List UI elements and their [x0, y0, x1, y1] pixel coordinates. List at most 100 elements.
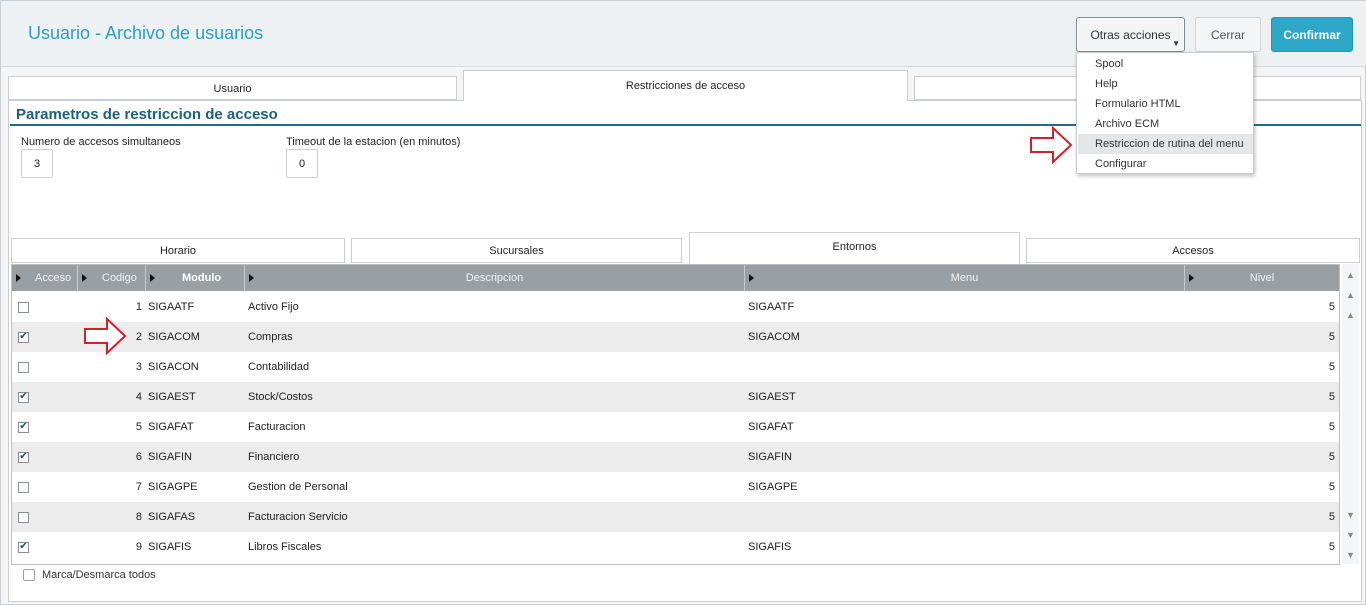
- tab-usuario[interactable]: Usuario: [8, 76, 457, 100]
- caret-down-icon: ▼: [1172, 39, 1180, 48]
- codigo-cell: 4: [135, 391, 142, 403]
- tab-restricciones-de-acceso[interactable]: Restricciones de acceso: [463, 70, 908, 101]
- acceso-cell: [18, 292, 32, 322]
- marca-todos-checkbox[interactable]: [23, 569, 35, 581]
- acceso-checkbox[interactable]: ✔: [18, 331, 29, 343]
- annotation-arrow-icon: [1030, 125, 1073, 165]
- menu-item[interactable]: Formulario HTML: [1078, 94, 1253, 114]
- column-header-menu[interactable]: Menu: [745, 265, 1185, 291]
- otras-acciones-menu: Spool Help Formulario HTML Archivo ECM Restr…: [1076, 52, 1254, 174]
- check-icon: ✔: [19, 331, 28, 342]
- modulo-cell: SIGAGPE: [148, 481, 198, 493]
- tab-entornos[interactable]: Entornos: [689, 232, 1020, 264]
- menu-cell: [748, 502, 1183, 532]
- nivel-cell: 5: [1328, 541, 1335, 553]
- grid-header: Acceso Codigo Modulo Descripcion Menu Ni…: [12, 265, 1339, 291]
- descripcion-cell: Stock/Costos: [248, 391, 313, 403]
- sort-arrow-icon: [249, 274, 254, 282]
- column-header-modulo[interactable]: Modulo: [146, 265, 245, 291]
- grid-scrollbar[interactable]: ▲ ▲ ▲ ▼ ▼ ▼: [1342, 264, 1359, 564]
- modulo-cell: SIGAATF: [148, 301, 195, 313]
- modulo-cell: SIGAFIN: [148, 451, 193, 463]
- menu-item[interactable]: Archivo ECM: [1078, 114, 1253, 134]
- scroll-top-icon[interactable]: ▲: [1344, 267, 1357, 283]
- timeout-label: Timeout de la estacion (en minutos): [286, 136, 461, 148]
- column-header-descripcion[interactable]: Descripcion: [245, 265, 745, 291]
- acceso-checkbox[interactable]: ✔: [18, 391, 29, 403]
- codigo-cell: 7: [135, 481, 142, 493]
- tab-accesos[interactable]: Accesos: [1026, 238, 1360, 263]
- menu-cell: SIGAFIS: [748, 541, 792, 553]
- acceso-cell: ✔: [18, 442, 32, 472]
- sort-arrow-icon: [1189, 274, 1194, 282]
- descripcion-cell: Facturacion Servicio: [248, 511, 348, 523]
- tab-sucursales[interactable]: Sucursales: [351, 238, 682, 263]
- marca-todos-label: Marca/Desmarca todos: [42, 569, 156, 581]
- acceso-cell: [18, 352, 32, 382]
- sort-arrow-icon: [16, 274, 21, 282]
- sort-arrow-icon: [749, 274, 754, 282]
- table-row[interactable]: 1 SIGAATF Activo Fijo SIGAATF 5: [12, 292, 1339, 322]
- nivel-cell: 5: [1328, 421, 1335, 433]
- confirmar-button[interactable]: Confirmar: [1271, 17, 1353, 52]
- modulo-cell: SIGAFIS: [148, 541, 192, 553]
- cerrar-button[interactable]: Cerrar: [1195, 17, 1261, 52]
- nivel-cell: 5: [1328, 391, 1335, 403]
- sort-arrow-icon: [82, 274, 87, 282]
- accesos-simultaneos-field[interactable]: 3: [21, 149, 53, 178]
- app-window: Usuario - Archivo de usuarios Otras acci…: [0, 0, 1366, 605]
- table-row[interactable]: 3 SIGACON Contabilidad 5: [12, 352, 1339, 382]
- check-icon: ✔: [19, 391, 28, 402]
- nivel-cell: 5: [1328, 361, 1335, 373]
- acceso-checkbox[interactable]: ✔: [18, 421, 29, 433]
- acceso-checkbox[interactable]: [18, 481, 29, 493]
- scroll-page-down-icon[interactable]: ▼: [1344, 527, 1357, 543]
- menu-item[interactable]: Help: [1078, 74, 1253, 94]
- column-header-acceso[interactable]: Acceso: [12, 265, 78, 291]
- scroll-page-up-icon[interactable]: ▲: [1344, 287, 1357, 303]
- nivel-cell: 5: [1328, 301, 1335, 313]
- acceso-cell: ✔: [18, 532, 32, 562]
- accesos-simultaneos-label: Numero de accesos simultaneos: [21, 136, 181, 148]
- table-row[interactable]: ✔ 9 SIGAFIS Libros Fiscales SIGAFIS 5: [12, 532, 1339, 562]
- scroll-down-icon[interactable]: ▼: [1344, 507, 1357, 523]
- timeout-field[interactable]: 0: [286, 149, 318, 178]
- table-row[interactable]: ✔ 2 SIGACOM Compras SIGACOM 5: [12, 322, 1339, 352]
- acceso-checkbox[interactable]: [18, 301, 29, 313]
- table-row[interactable]: 7 SIGAGPE Gestion de Personal SIGAGPE 5: [12, 472, 1339, 502]
- menu-cell: SIGAFIN: [748, 451, 793, 463]
- acceso-cell: [18, 472, 32, 502]
- table-row[interactable]: ✔ 6 SIGAFIN Financiero SIGAFIN 5: [12, 442, 1339, 472]
- column-header-nivel[interactable]: Nivel: [1185, 265, 1339, 291]
- acceso-checkbox[interactable]: [18, 361, 29, 373]
- check-icon: ✔: [19, 451, 28, 462]
- otras-acciones-button[interactable]: Otras acciones ▼: [1076, 17, 1185, 52]
- codigo-cell: 6: [135, 451, 142, 463]
- table-row[interactable]: 8 SIGAFAS Facturacion Servicio 5: [12, 502, 1339, 532]
- menu-item[interactable]: Restriccion de rutina del menu: [1078, 134, 1253, 154]
- codigo-cell: 3: [135, 361, 142, 373]
- acceso-cell: ✔: [18, 412, 32, 442]
- annotation-arrow-icon: [84, 316, 127, 356]
- nivel-cell: 5: [1328, 481, 1335, 493]
- menu-item[interactable]: Spool: [1078, 54, 1253, 74]
- acceso-checkbox[interactable]: ✔: [18, 451, 29, 463]
- descripcion-cell: Facturacion: [248, 421, 306, 433]
- scroll-bottom-icon[interactable]: ▼: [1344, 547, 1357, 563]
- acceso-checkbox[interactable]: ✔: [18, 541, 29, 553]
- modulo-cell: SIGAFAT: [148, 421, 194, 433]
- acceso-cell: ✔: [18, 382, 32, 412]
- check-icon: ✔: [19, 541, 28, 552]
- menu-cell: SIGAGPE: [748, 481, 798, 493]
- modulo-cell: SIGACOM: [148, 331, 200, 343]
- modulo-cell: SIGACON: [148, 361, 199, 373]
- column-header-codigo[interactable]: Codigo: [78, 265, 146, 291]
- scroll-up-icon[interactable]: ▲: [1344, 307, 1357, 323]
- acceso-checkbox[interactable]: [18, 511, 29, 523]
- table-row[interactable]: ✔ 5 SIGAFAT Facturacion SIGAFAT 5: [12, 412, 1339, 442]
- nivel-cell: 5: [1328, 511, 1335, 523]
- table-row[interactable]: ✔ 4 SIGAEST Stock/Costos SIGAEST 5: [12, 382, 1339, 412]
- entornos-grid: Acceso Codigo Modulo Descripcion Menu Ni…: [11, 264, 1340, 565]
- tab-horario[interactable]: Horario: [11, 238, 345, 263]
- menu-item[interactable]: Configurar: [1078, 154, 1253, 174]
